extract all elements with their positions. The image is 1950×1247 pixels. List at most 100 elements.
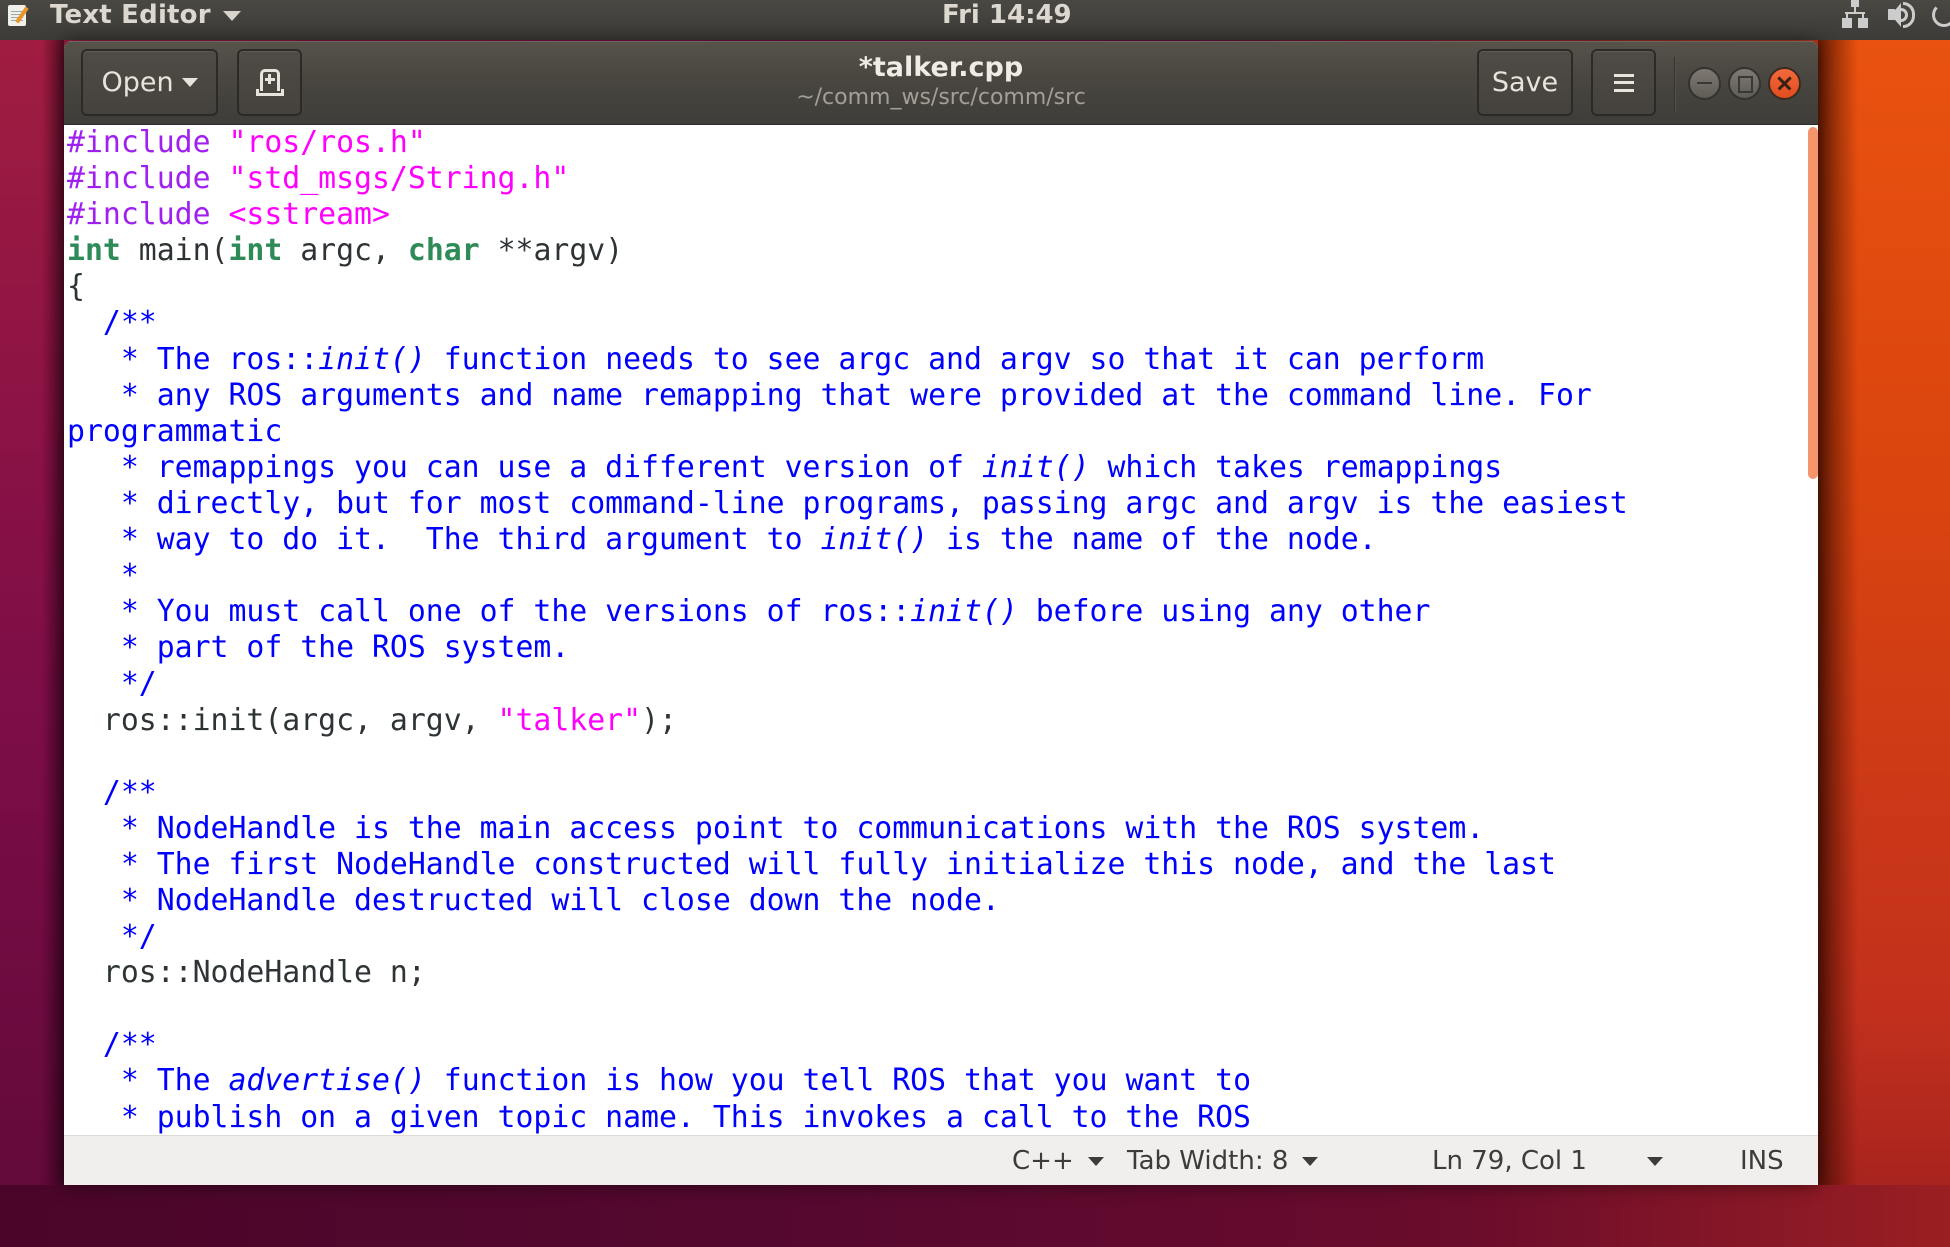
code-token-com: programmatic (67, 413, 283, 449)
code-token-com: * You must call one of the versions of r… (67, 594, 911, 630)
code-line[interactable]: ros::NodeHandle n; (67, 955, 1628, 991)
code-token-pre: #include (67, 197, 229, 233)
code-token-type: char (407, 233, 480, 269)
open-button[interactable]: Open (81, 49, 218, 116)
code-token-com-em: advertise() (228, 1063, 426, 1099)
code-token-plain: ); (641, 702, 677, 738)
code-token-pre: #include (67, 125, 229, 160)
code-line[interactable]: ros::init(argc, argv, "talker"); (67, 703, 1628, 739)
code-token-pre: #include (67, 161, 229, 197)
code-token-com-em: init() (910, 594, 1018, 630)
code-token-com: * part of the ROS system. (67, 630, 570, 666)
code-token-plain: { (67, 269, 85, 305)
code-line[interactable]: * The advertise() function is how you te… (67, 1063, 1628, 1099)
scrollbar-thumb[interactable] (1808, 127, 1818, 479)
code-line[interactable]: #include "std_msgs/String.h" (67, 161, 1628, 197)
minimize-button[interactable] (1688, 67, 1721, 100)
code-line[interactable]: * any ROS arguments and name remapping t… (67, 378, 1628, 414)
code-line[interactable]: int main(int argc, char **argv) (67, 233, 1628, 269)
code-token-plain: argc, (282, 233, 408, 269)
save-button[interactable]: Save (1477, 49, 1573, 116)
chevron-down-icon (1647, 1156, 1663, 1166)
code-line[interactable]: * NodeHandle destructed will close down … (67, 883, 1628, 919)
code-token-com: /** (67, 1027, 157, 1063)
close-button[interactable] (1768, 67, 1801, 100)
code-token-type: int (67, 233, 121, 269)
code-token-com-em: init() (981, 449, 1090, 485)
code-line[interactable]: * part of the ROS system. (67, 630, 1628, 666)
code-line[interactable]: * You must call one of the versions of r… (67, 594, 1628, 630)
code-token-com: is the name of the node. (928, 522, 1377, 558)
code-token-str: "talker" (497, 702, 642, 738)
code-line[interactable]: programmatic (67, 414, 1628, 450)
code-line[interactable]: */ (67, 919, 1628, 955)
code-token-str: <sstream> (228, 197, 390, 233)
network-icon[interactable] (1840, 0, 1870, 30)
text-editor-window: Open *talker.cpp ~/comm_ws/src/comm/src … (64, 41, 1818, 1185)
code-line[interactable]: * way to do it. The third argument to in… (67, 522, 1628, 558)
app-menu[interactable]: Text Editor (6, 0, 241, 30)
code-token-plain: ros::NodeHandle n; (67, 955, 426, 991)
code-token-plain: ros::init(argc, argv, (67, 702, 498, 738)
desktop-background-left (0, 40, 64, 1185)
code-token-com: * remappings you can use a different ver… (67, 449, 982, 485)
code-line[interactable]: /** (67, 775, 1628, 811)
code-line[interactable]: #include "ros/ros.h" (67, 125, 1628, 161)
code-editor[interactable]: #include "ros/ros.h" #include "std_msgs/S… (64, 125, 1818, 1135)
system-tray (1824, 0, 1950, 30)
header-bar: Open *talker.cpp ~/comm_ws/src/comm/src … (64, 41, 1818, 125)
language-selector[interactable]: C++ (1012, 1136, 1104, 1185)
code-token-com: * NodeHandle is the main access point to… (67, 810, 1485, 846)
code-token-str: "std_msgs/String.h" (228, 161, 570, 197)
insert-mode-indicator: INS (1740, 1146, 1784, 1176)
code-line[interactable]: /** (67, 1027, 1628, 1063)
code-line[interactable]: * publish on a given topic name. This in… (67, 1100, 1628, 1135)
tab-width-selector[interactable]: Tab Width: 8 (1127, 1136, 1319, 1185)
position-menu-button[interactable] (1647, 1136, 1663, 1185)
vertical-scrollbar[interactable] (1808, 125, 1818, 1135)
new-document-button[interactable] (237, 49, 302, 116)
volume-icon[interactable] (1886, 0, 1916, 30)
top-panel: Text Editor Fri 14:49 (0, 0, 1950, 40)
code-line[interactable]: * remappings you can use a different ver… (67, 450, 1628, 486)
code-line[interactable]: * The first NodeHandle constructed will … (67, 847, 1628, 883)
code-token-com: * The ros:: (67, 341, 319, 377)
code-token-com: which takes remappings (1089, 449, 1503, 485)
code-line[interactable] (67, 991, 1628, 1027)
code-token-plain: main( (120, 233, 229, 269)
code-token-com: /** (67, 305, 157, 341)
text-editor-app-icon (6, 2, 32, 28)
maximize-button[interactable] (1728, 67, 1761, 100)
code-token-com: * (67, 558, 139, 594)
code-line[interactable]: { (67, 269, 1628, 305)
code-line[interactable]: #include <sstream> (67, 197, 1628, 233)
code-token-com: * directly, but for most command-line pr… (67, 485, 1628, 521)
code-text[interactable]: #include "ros/ros.h" #include "std_msgs/S… (67, 125, 1628, 1135)
code-token-com: * any ROS arguments and name remapping t… (67, 377, 1592, 413)
code-line[interactable]: * The ros::init() function needs to see … (67, 342, 1628, 378)
code-token-com: before using any other (1017, 594, 1431, 630)
app-menu-label: Text Editor (50, 0, 211, 30)
clock[interactable]: Fri 14:49 (942, 0, 1072, 30)
chevron-down-icon (1087, 1156, 1104, 1166)
status-bar: C++ Tab Width: 8 Ln 79, Col 1 INS (64, 1135, 1818, 1185)
code-line[interactable]: * NodeHandle is the main access point to… (67, 811, 1628, 847)
cursor-position: Ln 79, Col 1 (1432, 1146, 1587, 1176)
code-token-com-em: init() (820, 522, 929, 558)
code-line[interactable]: /** (67, 305, 1628, 341)
power-icon[interactable] (1932, 0, 1950, 30)
code-token-com: */ (67, 919, 157, 955)
chevron-down-icon (222, 11, 241, 21)
code-token-plain: **argv) (479, 233, 624, 269)
save-button-label: Save (1491, 67, 1559, 98)
code-line[interactable]: * (67, 558, 1628, 594)
code-token-type: int (228, 233, 283, 269)
code-line[interactable]: */ (67, 666, 1628, 702)
open-button-label: Open (101, 67, 174, 98)
code-token-com: function is how you tell ROS that you wa… (425, 1063, 1252, 1099)
code-line[interactable] (67, 739, 1628, 775)
code-token-com: * The first NodeHandle constructed will … (67, 846, 1556, 882)
code-token-com: function needs to see argc and argv so t… (425, 341, 1485, 377)
code-line[interactable]: * directly, but for most command-line pr… (67, 486, 1628, 522)
main-menu-button[interactable] (1591, 49, 1656, 116)
